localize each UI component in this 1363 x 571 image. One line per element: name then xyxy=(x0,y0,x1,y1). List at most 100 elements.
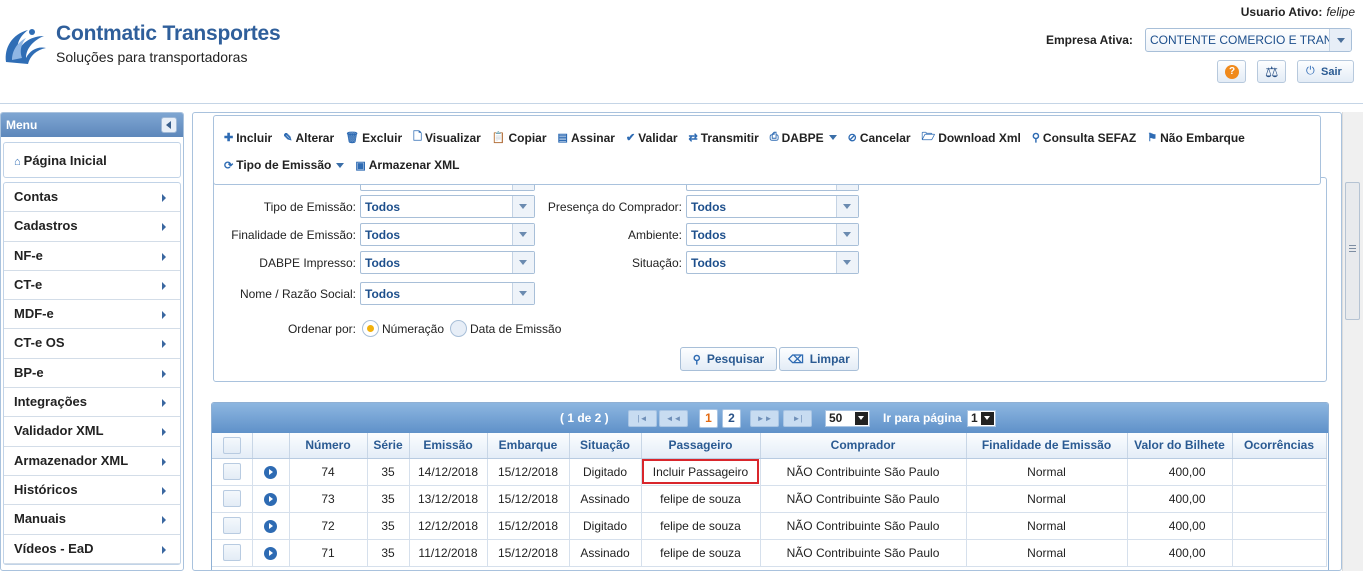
row-checkbox[interactable] xyxy=(222,463,241,480)
limpar-button[interactable]: ⌫ Limpar xyxy=(779,347,859,371)
help-button[interactable]: ? xyxy=(1217,60,1246,83)
row-expand-cell[interactable] xyxy=(252,539,290,567)
table-row[interactable]: 73 35 13/12/2018 15/12/2018 Assinado fel… xyxy=(212,485,1327,513)
menu-collapse-button[interactable] xyxy=(161,117,177,133)
select-all-checkbox[interactable] xyxy=(222,436,241,454)
menu-item-cte[interactable]: CT-e xyxy=(4,271,180,301)
ambiente-select[interactable]: Todos xyxy=(686,223,859,246)
page-size-arrow[interactable] xyxy=(855,412,868,425)
visualizar-button[interactable]: 🗋 Visualizar xyxy=(413,128,481,147)
play-icon[interactable] xyxy=(264,546,277,560)
ordenar-data-radio[interactable]: Data de Emissão xyxy=(450,320,561,337)
tipo-emissao-dropdown[interactable]: ⟳ Tipo de Emissão xyxy=(224,158,345,172)
row-checkbox[interactable] xyxy=(222,544,241,561)
ordenar-numeracao-radio[interactable]: Númeração xyxy=(362,320,444,337)
radio-unchecked[interactable] xyxy=(450,320,467,337)
armazenar-xml-button[interactable]: ▣ Armazenar XML xyxy=(355,158,459,172)
goto-page-arrow[interactable] xyxy=(981,412,994,425)
validar-button[interactable]: ✔ Validar xyxy=(626,128,678,147)
dropdown-arrow[interactable] xyxy=(836,224,858,245)
empresa-dropdown-arrow[interactable] xyxy=(1329,29,1351,51)
menu-item-home[interactable]: ⌂ Página Inicial xyxy=(3,142,181,178)
row-checkbox[interactable] xyxy=(222,490,241,507)
row-expand-cell[interactable] xyxy=(252,512,290,540)
row-select-cell[interactable] xyxy=(212,512,253,540)
table-row[interactable]: 72 35 12/12/2018 15/12/2018 Digitado fel… xyxy=(212,512,1327,540)
menu-item-cadastros[interactable]: Cadastros xyxy=(4,212,180,242)
vertical-scrollbar[interactable] xyxy=(1342,112,1363,571)
pesquisar-button[interactable]: ⚲ Pesquisar xyxy=(680,347,777,371)
menu-item-contas[interactable]: Contas xyxy=(4,183,180,213)
consulta-sefaz-button[interactable]: ⚲ Consulta SEFAZ xyxy=(1032,128,1136,147)
menu-item-videos-ead[interactable]: Vídeos - EaD xyxy=(4,535,180,564)
row-expand-cell[interactable] xyxy=(252,458,290,486)
empresa-label: Empresa Ativa: xyxy=(1046,33,1133,47)
presenca-comprador-select[interactable]: Todos xyxy=(686,195,859,218)
scale-button[interactable]: ⚖ xyxy=(1257,60,1286,83)
menu-item-nfe[interactable]: NF-e xyxy=(4,242,180,271)
play-icon[interactable] xyxy=(264,492,277,506)
tipo-emissao-select[interactable]: Todos xyxy=(360,195,535,218)
row-checkbox[interactable] xyxy=(222,517,241,534)
page-1-button[interactable]: 1 xyxy=(699,409,718,428)
menu-item-bpe[interactable]: BP-e xyxy=(4,359,180,389)
dabpe-impresso-select[interactable]: Todos xyxy=(360,251,535,274)
col-emissao[interactable]: Emissão xyxy=(409,433,488,459)
alterar-button[interactable]: ✎ Alterar xyxy=(283,128,334,147)
row-select-cell[interactable] xyxy=(212,539,253,567)
menu-item-mdfe[interactable]: MDF-e xyxy=(4,300,180,330)
row-select-cell[interactable] xyxy=(212,458,253,486)
chevron-down-icon xyxy=(336,162,345,168)
prev-page-button[interactable]: ◄◄ xyxy=(659,410,688,427)
menu-item-integracoes[interactable]: Integrações xyxy=(4,388,180,418)
situacao-select[interactable]: Todos xyxy=(686,251,859,274)
incluir-button[interactable]: ✚ Incluir xyxy=(224,128,272,147)
row-select-cell[interactable] xyxy=(212,485,253,513)
cell-passageiro-incluir[interactable]: Incluir Passageiro xyxy=(641,458,761,486)
play-icon[interactable] xyxy=(264,465,277,479)
dabpe-impresso-label: DABPE Impresso: xyxy=(259,256,356,270)
col-situacao[interactable]: Situação xyxy=(569,433,642,459)
menu-item-validador-xml[interactable]: Validador XML xyxy=(4,417,180,447)
assinar-button[interactable]: ▤ Assinar xyxy=(558,128,615,147)
col-embarque[interactable]: Embarque xyxy=(487,433,570,459)
dabpe-dropdown[interactable]: ⎙ DABPE xyxy=(770,128,837,147)
menu-item-armazenador-xml[interactable]: Armazenador XML xyxy=(4,447,180,476)
next-page-button[interactable]: ►► xyxy=(750,410,779,427)
dropdown-arrow[interactable] xyxy=(836,252,858,273)
col-comprador[interactable]: Comprador xyxy=(760,433,967,459)
nao-embarque-button[interactable]: ⚑ Não Embarque xyxy=(1147,128,1245,147)
page-size-select[interactable]: 50 xyxy=(825,410,870,427)
col-passageiro[interactable]: Passageiro xyxy=(641,433,761,459)
last-page-button[interactable]: ►| xyxy=(783,410,812,427)
logout-button[interactable]: ⏻ Sair xyxy=(1297,60,1354,83)
table-row[interactable]: 71 35 11/12/2018 15/12/2018 Assinado fel… xyxy=(212,539,1327,567)
cancelar-button[interactable]: ⊘ Cancelar xyxy=(848,128,911,147)
col-serie[interactable]: Série xyxy=(367,433,410,459)
nome-razao-select[interactable]: Todos xyxy=(360,282,535,305)
dropdown-arrow[interactable] xyxy=(512,283,534,304)
play-icon[interactable] xyxy=(264,519,277,533)
row-expand-cell[interactable] xyxy=(252,485,290,513)
col-finalidade[interactable]: Finalidade de Emissão xyxy=(966,433,1128,459)
col-valor[interactable]: Valor do Bilhete xyxy=(1127,433,1233,459)
dropdown-arrow[interactable] xyxy=(836,196,858,217)
col-numero[interactable]: Número xyxy=(289,433,368,459)
col-ocorrencias[interactable]: Ocorrências xyxy=(1232,433,1327,459)
first-page-button[interactable]: |◄ xyxy=(628,410,657,427)
excluir-button[interactable]: 🗑 Excluir xyxy=(345,128,402,147)
goto-page-select[interactable]: 1 xyxy=(967,410,996,427)
page-2-button[interactable]: 2 xyxy=(722,409,741,428)
table-row[interactable]: 74 35 14/12/2018 15/12/2018 Digitado Inc… xyxy=(212,458,1327,486)
finalidade-emissao-select[interactable]: Todos xyxy=(360,223,535,246)
scrollbar-thumb[interactable] xyxy=(1345,182,1360,320)
download-xml-button[interactable]: 🗁 Download Xml xyxy=(922,128,1021,147)
menu-item-manuais[interactable]: Manuais xyxy=(4,505,180,535)
empresa-select[interactable]: CONTENTE COMERCIO E TRANSPORTES xyxy=(1145,28,1352,52)
menu-item-cte-os[interactable]: CT-e OS xyxy=(4,329,180,359)
transmitir-button[interactable]: ⇄ Transmitir xyxy=(689,128,759,147)
select-all-header[interactable] xyxy=(212,433,253,459)
copiar-button[interactable]: 📋 Copiar xyxy=(492,128,547,147)
menu-item-historicos[interactable]: Históricos xyxy=(4,476,180,506)
radio-checked[interactable] xyxy=(362,320,379,337)
